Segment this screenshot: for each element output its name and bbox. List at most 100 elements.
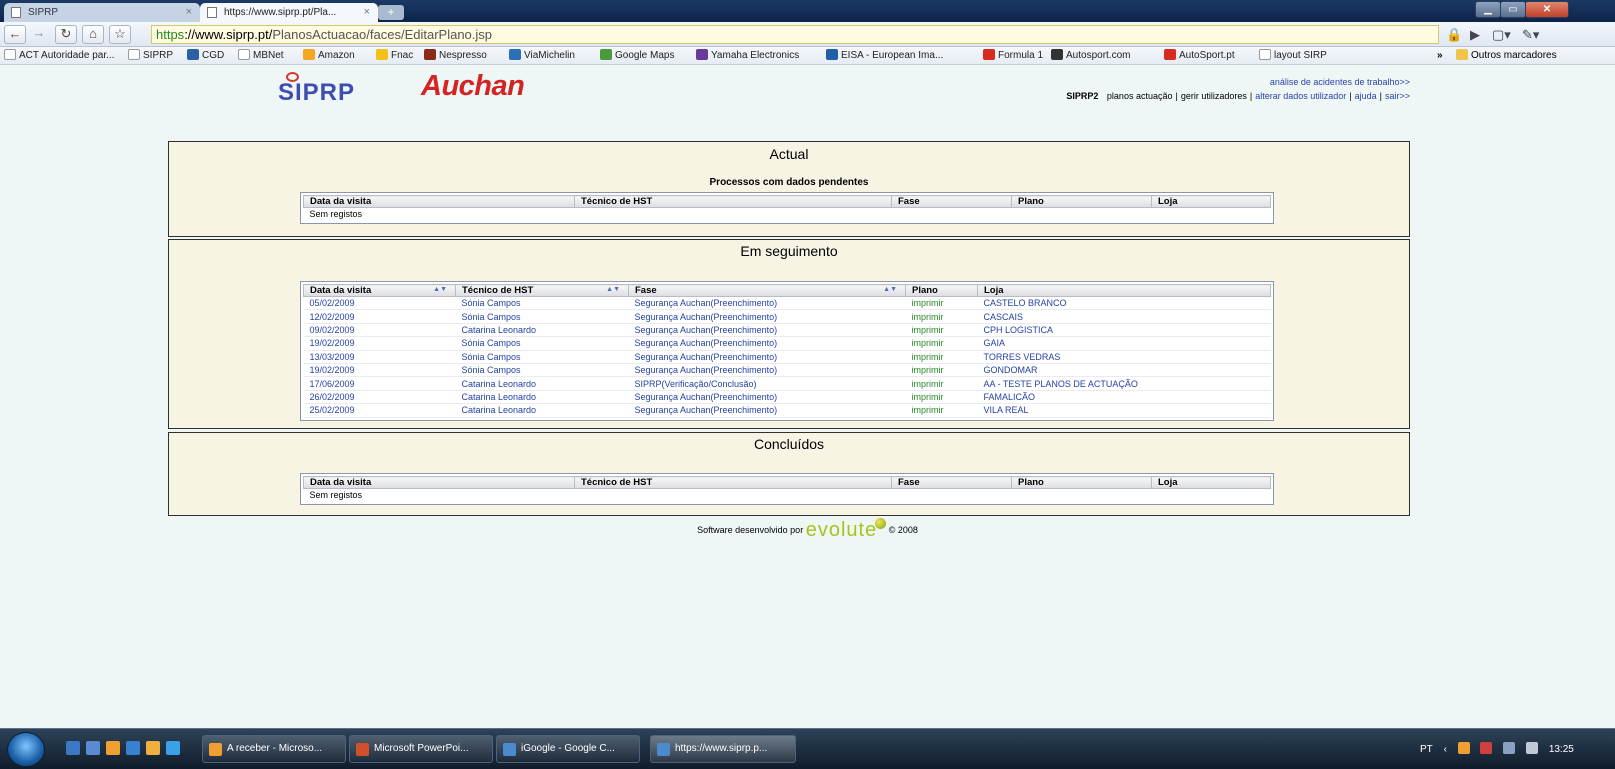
- print-link[interactable]: imprimir: [905, 336, 978, 351]
- bookmark-item[interactable]: SIPRP: [128, 47, 173, 65]
- new-tab-button[interactable]: +: [378, 5, 404, 20]
- phase-cell[interactable]: Segurança Auchan(Preenchimento): [628, 336, 906, 351]
- technician-cell[interactable]: Catarina Leonardo: [455, 323, 629, 338]
- table-row[interactable]: 13/03/2009 Sónia Campos Segurança Auchan(P…: [303, 350, 1271, 364]
- phase-cell[interactable]: Segurança Auchan(Preenchimento): [628, 323, 906, 338]
- nav-gerir-utilizadores[interactable]: gerir utilizadores: [1181, 91, 1247, 101]
- table-row[interactable]: 19/02/2009 Sónia Campos Segurança Auchan(P…: [303, 363, 1271, 378]
- visit-date-cell[interactable]: 05/02/2009: [303, 296, 456, 311]
- bookmark-item[interactable]: MBNet: [238, 47, 284, 65]
- store-cell[interactable]: CPH LOGISTICA: [977, 323, 1271, 338]
- sort-icon[interactable]: ▲▼: [433, 286, 447, 293]
- minimize-button[interactable]: ▁: [1475, 1, 1501, 18]
- reload-icon[interactable]: ↻: [55, 25, 77, 44]
- taskbar-igoogle[interactable]: iGoogle - Google C...: [496, 735, 640, 763]
- bookmark-item[interactable]: Autosport.com: [1051, 47, 1130, 65]
- sort-icon[interactable]: ▲▼: [883, 286, 897, 293]
- bookmark-item[interactable]: AutoSport.pt: [1164, 47, 1235, 65]
- play-icon[interactable]: ▶: [1470, 26, 1480, 43]
- sort-icon[interactable]: ▲▼: [606, 286, 620, 293]
- technician-cell[interactable]: Sónia Campos: [455, 309, 629, 324]
- store-cell[interactable]: GONDOMAR: [977, 363, 1271, 378]
- phase-cell[interactable]: Segurança Auchan(Preenchimento): [628, 403, 906, 418]
- table-row[interactable]: 26/02/2009 Catarina Leonardo Segurança Auc…: [303, 390, 1271, 405]
- visit-date-cell[interactable]: 12/02/2009: [303, 309, 456, 324]
- other-bookmarks[interactable]: Outros marcadores: [1456, 47, 1557, 65]
- visit-date-cell[interactable]: 26/02/2009: [303, 390, 456, 405]
- visit-date-cell[interactable]: 09/02/2009: [303, 323, 456, 338]
- store-cell[interactable]: CASTELO BRANCO: [977, 296, 1271, 311]
- network-icon[interactable]: [1503, 742, 1516, 754]
- phase-cell[interactable]: Segurança Auchan(Preenchimento): [628, 350, 906, 364]
- tab-active[interactable]: https://www.siprp.pt/Pla... ×: [200, 3, 378, 22]
- visit-date-cell[interactable]: 17/06/2009: [303, 376, 456, 391]
- table-row[interactable]: 25/02/2009 Catarina Leonardo Segurança Auc…: [303, 403, 1271, 418]
- phase-cell[interactable]: Segurança Auchan(Preenchimento): [628, 363, 906, 378]
- nav-planos-actuacao[interactable]: planos actuação: [1107, 91, 1173, 101]
- clock[interactable]: 13:25: [1549, 744, 1574, 755]
- nav-alterar-dados[interactable]: alterar dados utilizador: [1255, 91, 1346, 101]
- bookmark-item[interactable]: Nespresso: [424, 47, 487, 65]
- store-cell[interactable]: CASCAIS: [977, 309, 1271, 324]
- taskbar-powerpoint[interactable]: Microsoft PowerPoi...: [349, 735, 493, 763]
- table-row[interactable]: 09/02/2009 Catarina Leonardo Segurança Auc…: [303, 323, 1271, 338]
- phase-cell[interactable]: Segurança Auchan(Preenchimento): [628, 296, 906, 311]
- bookmark-item[interactable]: Amazon: [303, 47, 355, 65]
- column-header-fase[interactable]: Fase ▲▼: [628, 284, 906, 297]
- table-row[interactable]: 05/02/2009 Sónia Campos Segurança Auchan(P…: [303, 296, 1271, 311]
- tab-siprp[interactable]: SIPRP ×: [4, 3, 200, 22]
- chrome-icon[interactable]: [146, 741, 160, 755]
- visit-date-cell[interactable]: 19/02/2009: [303, 363, 456, 378]
- taskbar-siprp[interactable]: https://www.siprp.p...: [650, 735, 796, 763]
- table-row[interactable]: 19/02/2009 Sónia Campos Segurança Auchan(P…: [303, 336, 1271, 351]
- bookmark-item[interactable]: Formula 1: [983, 47, 1043, 65]
- visit-date-cell[interactable]: 19/02/2009: [303, 336, 456, 351]
- close-tab-icon[interactable]: ×: [364, 3, 370, 22]
- bookmark-item[interactable]: ACT Autoridade par...: [4, 47, 114, 65]
- print-link[interactable]: imprimir: [905, 309, 978, 324]
- print-link[interactable]: imprimir: [905, 323, 978, 338]
- phase-cell[interactable]: SIPRP(Verificação/Conclusão): [628, 376, 906, 391]
- technician-cell[interactable]: Catarina Leonardo: [455, 376, 629, 391]
- back-arrow-icon[interactable]: ←: [4, 25, 26, 44]
- outlook-icon[interactable]: [106, 741, 120, 755]
- visit-date-cell[interactable]: 25/02/2009: [303, 403, 456, 418]
- visit-date-cell[interactable]: 13/03/2009: [303, 350, 456, 364]
- internet-explorer-icon[interactable]: [166, 741, 180, 755]
- tray-expand-icon[interactable]: ‹: [1444, 744, 1447, 755]
- technician-cell[interactable]: Sónia Campos: [455, 336, 629, 351]
- maximize-button[interactable]: ▭: [1500, 1, 1526, 18]
- wrench-icon[interactable]: ✎▾: [1522, 26, 1539, 43]
- print-link[interactable]: imprimir: [905, 403, 978, 418]
- print-link[interactable]: imprimir: [905, 363, 978, 378]
- volume-icon[interactable]: [1526, 742, 1539, 754]
- bookmark-item[interactable]: Google Maps: [600, 47, 674, 65]
- table-row[interactable]: 12/02/2009 Sónia Campos Segurança Auchan(P…: [303, 309, 1271, 324]
- technician-cell[interactable]: Sónia Campos: [455, 350, 629, 364]
- evolute-logo[interactable]: evolute: [806, 519, 878, 541]
- start-button[interactable]: [7, 732, 45, 767]
- accident-analysis-link[interactable]: análise de acidentes de trabalho>>: [1248, 77, 1410, 87]
- bookmark-item[interactable]: layout SIRP: [1259, 47, 1327, 65]
- phase-cell[interactable]: Segurança Auchan(Preenchimento): [628, 390, 906, 405]
- technician-cell[interactable]: Sónia Campos: [455, 363, 629, 378]
- close-tab-icon[interactable]: ×: [186, 3, 192, 22]
- explorer-icon[interactable]: [126, 741, 140, 755]
- nav-ajuda[interactable]: ajuda: [1355, 91, 1377, 101]
- store-cell[interactable]: TORRES VEDRAS: [977, 350, 1271, 364]
- tray-app-icon[interactable]: [1457, 742, 1470, 754]
- column-header-data[interactable]: Data da visita ▲▼: [303, 284, 456, 297]
- print-link[interactable]: imprimir: [905, 350, 978, 364]
- home-icon[interactable]: ⌂: [82, 25, 104, 44]
- bookmark-item[interactable]: ViaMichelin: [509, 47, 575, 65]
- bookmark-item[interactable]: Yamaha Electronics: [696, 47, 799, 65]
- window-switcher-icon[interactable]: [86, 741, 100, 755]
- print-link[interactable]: imprimir: [905, 296, 978, 311]
- store-cell[interactable]: AA - TESTE PLANOS DE ACTUAÇÃO: [977, 376, 1271, 391]
- column-header-tecnico[interactable]: Técnico de HST ▲▼: [455, 284, 629, 297]
- show-desktop-icon[interactable]: [66, 741, 80, 755]
- address-bar[interactable]: https://www.siprp.pt/PlanosActuacao/face…: [151, 25, 1439, 44]
- technician-cell[interactable]: Catarina Leonardo: [455, 403, 629, 418]
- nav-sair[interactable]: sair>>: [1385, 91, 1410, 101]
- more-bookmarks-chevron-icon[interactable]: »: [1437, 47, 1443, 65]
